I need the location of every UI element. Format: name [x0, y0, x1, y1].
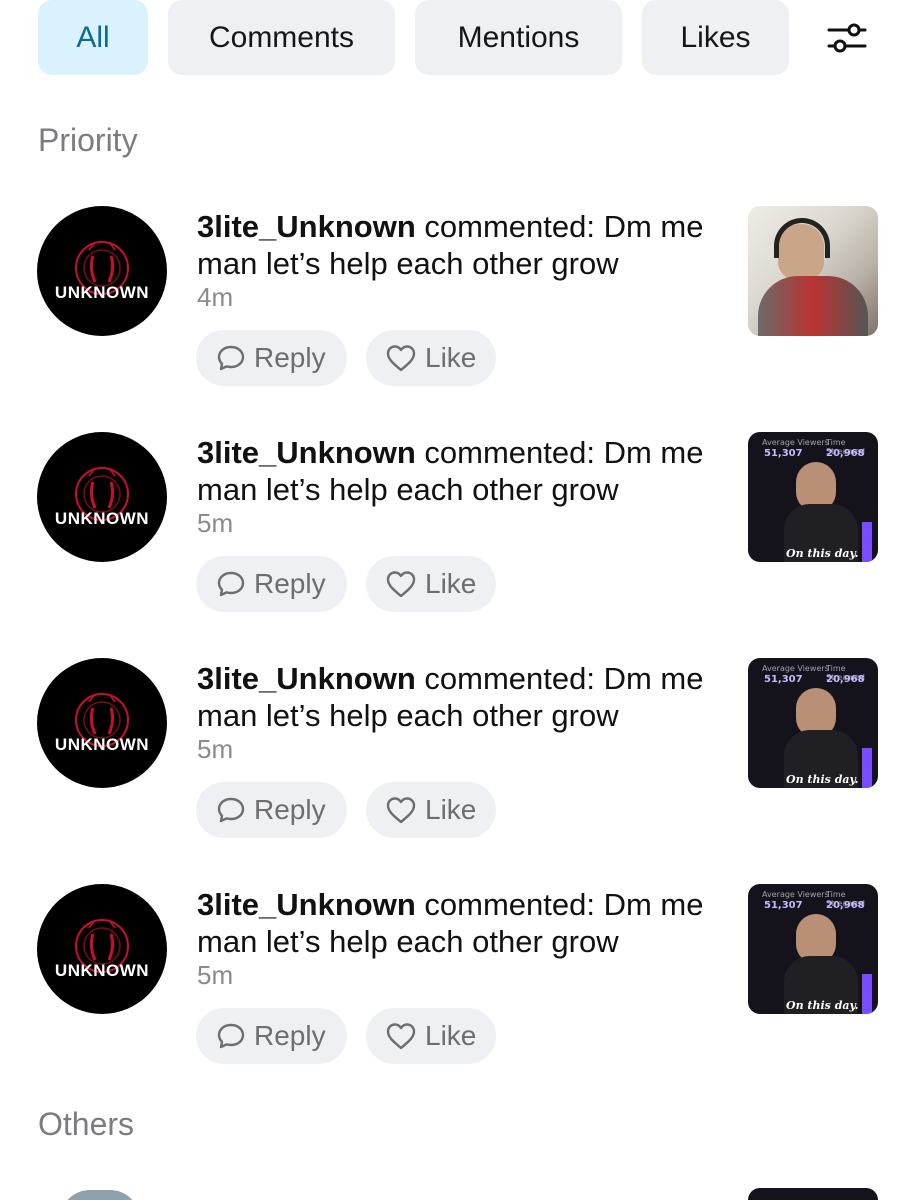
bar-chart-strip: [862, 974, 872, 1014]
tab-mentions[interactable]: Mentions: [415, 0, 622, 75]
action-text: commented:: [424, 209, 595, 244]
stat-heading-left: Average Viewers: [762, 664, 829, 673]
action-text: commented:: [424, 661, 595, 696]
avatar-label: UNKNOWN: [54, 961, 150, 980]
timestamp: 5m: [197, 734, 234, 764]
heart-icon: [386, 571, 416, 598]
notification-item[interactable]: UNKNOWN 3lite_Unknown commented: Dm me m…: [0, 884, 916, 1110]
section-others-label: Others: [38, 1106, 135, 1142]
reply-button[interactable]: Reply: [196, 782, 347, 838]
username[interactable]: 3lite_Unknown: [197, 661, 416, 696]
like-label: Like: [425, 568, 477, 599]
action-text: commented:: [424, 435, 595, 470]
stat-heading-left: Average Viewers: [762, 890, 829, 899]
reply-button[interactable]: Reply: [196, 556, 347, 612]
stat-value-left: 51,307: [764, 674, 803, 685]
thumbnail-caption: On this day.: [786, 773, 859, 786]
reply-label: Reply: [254, 342, 326, 373]
notification-item[interactable]: UNKNOWN 3lite_Unknown commented: Dm me m…: [0, 432, 916, 658]
post-thumbnail[interactable]: Average Viewers Time Streamed 51,307 20,968…: [748, 432, 878, 562]
reply-label: Reply: [254, 568, 326, 599]
post-thumbnail[interactable]: Average Viewers Time Streamed 51,307 20,968…: [748, 884, 878, 1014]
avatar-label: UNKNOWN: [54, 735, 150, 754]
username[interactable]: 3lite_Unknown: [197, 209, 416, 244]
filter-tab-bar: All Comments Mentions Likes: [0, 0, 916, 76]
post-thumbnail[interactable]: Average Viewers Time Streamed 51,307 20,968…: [748, 658, 878, 788]
heart-icon: [386, 797, 416, 824]
logo-emblem-icon: [75, 919, 129, 973]
action-text: commented:: [424, 887, 595, 922]
bar-chart-strip: [862, 748, 872, 788]
avatar-label: UNKNOWN: [54, 283, 150, 302]
thumbnail-caption: On this day.: [786, 547, 859, 560]
sliders-icon: [827, 23, 867, 52]
reply-label: Reply: [254, 1020, 326, 1051]
timestamp: 5m: [197, 508, 234, 538]
like-label: Like: [425, 1020, 477, 1051]
avatar[interactable]: UNKNOWN: [37, 206, 167, 336]
headset-icon: [774, 218, 830, 258]
username[interactable]: 3lite_Unknown: [197, 435, 416, 470]
post-thumbnail[interactable]: [748, 206, 878, 336]
like-button[interactable]: Like: [366, 782, 496, 838]
notification-text: 3lite_Unknown commented: Dm me man let’s…: [197, 434, 732, 508]
timestamp: 4m: [197, 282, 234, 312]
speech-bubble-icon: [217, 797, 245, 823]
filter-button[interactable]: [808, 0, 886, 75]
like-button[interactable]: Like: [366, 556, 496, 612]
notification-item[interactable]: UNKNOWN 3lite_Unknown commented: Dm me m…: [0, 206, 916, 432]
heart-icon: [386, 1023, 416, 1050]
avatar[interactable]: UNKNOWN: [37, 432, 167, 562]
stat-heading-left: Average Viewers: [762, 438, 829, 447]
post-thumbnail[interactable]: [748, 1188, 878, 1200]
timestamp: 5m: [197, 960, 234, 990]
notification-text: 3lite_Unknown commented: Dm me man let’s…: [197, 886, 732, 960]
avatar[interactable]: UNKNOWN: [37, 884, 167, 1014]
section-priority-label: Priority: [38, 122, 138, 158]
username[interactable]: 3lite_Unknown: [197, 887, 416, 922]
heart-icon: [386, 345, 416, 372]
logo-emblem-icon: [75, 241, 129, 295]
bar-chart-strip: [862, 522, 872, 562]
stat-value-right: 20,968: [826, 900, 865, 911]
logo-emblem-icon: [75, 693, 129, 747]
like-label: Like: [425, 342, 477, 373]
avatar[interactable]: [60, 1190, 140, 1200]
speech-bubble-icon: [217, 1023, 245, 1049]
hoodie: [758, 276, 868, 336]
stat-value-right: 20,968: [826, 448, 865, 459]
stat-value-left: 51,307: [764, 900, 803, 911]
thumbnail-caption: On this day.: [786, 999, 859, 1012]
logo-emblem-icon: [75, 467, 129, 521]
like-label: Like: [425, 794, 477, 825]
notification-item[interactable]: UNKNOWN 3lite_Unknown commented: Dm me m…: [0, 658, 916, 884]
stat-value-right: 20,968: [826, 674, 865, 685]
tab-likes[interactable]: Likes: [642, 0, 789, 75]
notification-text: 3lite_Unknown commented: Dm me man let’s…: [197, 208, 732, 282]
reply-button[interactable]: Reply: [196, 1008, 347, 1064]
reply-button[interactable]: Reply: [196, 330, 347, 386]
like-button[interactable]: Like: [366, 330, 496, 386]
notification-text: 3lite_Unknown commented: Dm me man let’s…: [197, 660, 732, 734]
stat-value-left: 51,307: [764, 448, 803, 459]
avatar-label: UNKNOWN: [54, 509, 150, 528]
tab-comments[interactable]: Comments: [168, 0, 395, 75]
tab-all[interactable]: All: [38, 0, 148, 75]
avatar[interactable]: UNKNOWN: [37, 658, 167, 788]
speech-bubble-icon: [217, 345, 245, 371]
like-button[interactable]: Like: [366, 1008, 496, 1064]
speech-bubble-icon: [217, 571, 245, 597]
reply-label: Reply: [254, 794, 326, 825]
